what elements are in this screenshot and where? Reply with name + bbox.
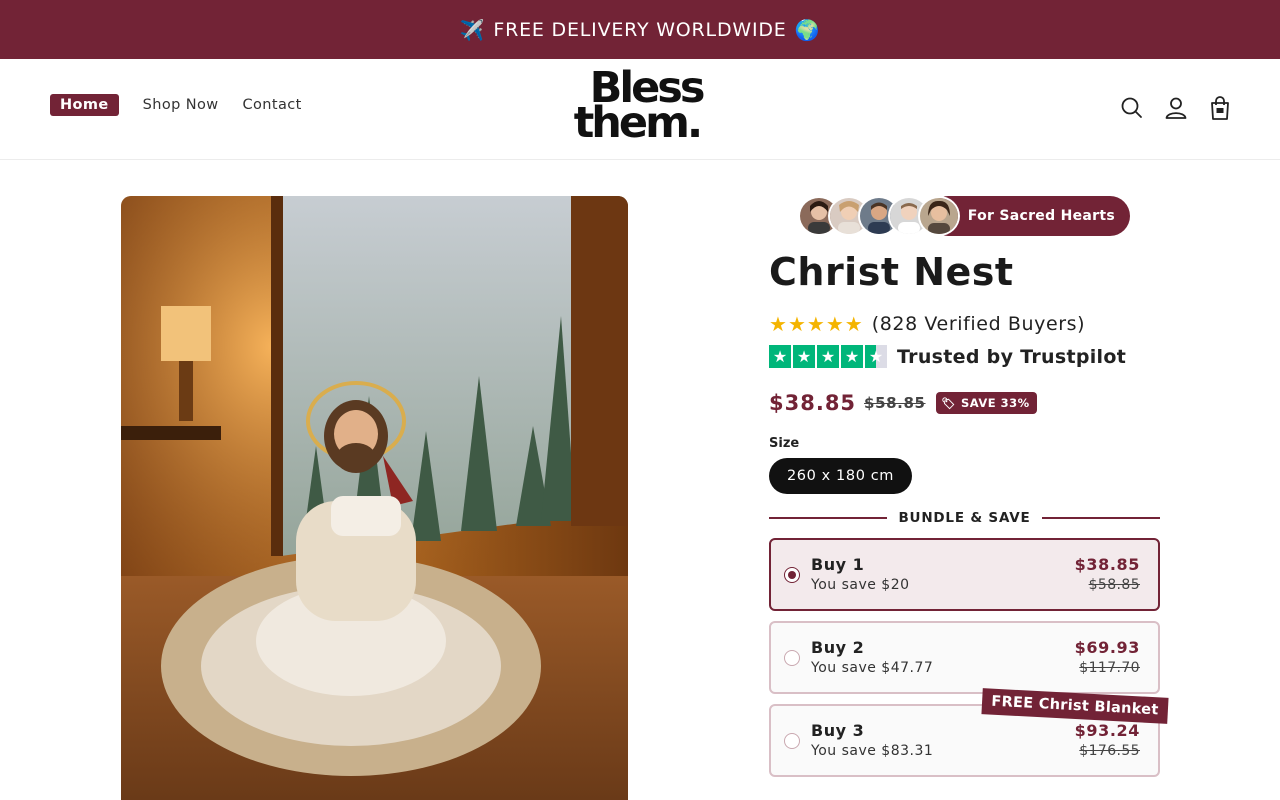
trustpilot-text: Trusted by Trustpilot <box>897 345 1127 368</box>
logo-line-2: them. <box>573 98 703 148</box>
bundle-title: Buy 1 <box>811 555 865 574</box>
bundle-compare-price: $58.85 <box>1088 577 1140 593</box>
bundle-savings: You save $20 <box>811 577 910 593</box>
account-icon[interactable] <box>1162 94 1190 122</box>
cart-icon[interactable] <box>1206 94 1234 122</box>
bundle-compare-price: $117.70 <box>1079 660 1140 676</box>
nav-contact-link[interactable]: Contact <box>243 97 302 113</box>
current-price: $38.85 <box>769 391 857 415</box>
search-icon[interactable] <box>1118 94 1146 122</box>
bundle-heading: BUNDLE & SAVE <box>769 508 1161 528</box>
site-header: Home Shop Now Contact Bless them. <box>0 59 1280 160</box>
save-badge: 🏷 SAVE 33% <box>935 392 1037 414</box>
compare-price: $58.85 <box>864 394 926 412</box>
rating-count: (828 Verified Buyers) <box>871 313 1086 335</box>
trustpilot-stars: ★ ★ ★ ★ ★ <box>769 345 889 368</box>
size-option-button[interactable]: 260 x 180 cm <box>769 458 912 494</box>
announcement-text: FREE DELIVERY WORLDWIDE <box>493 18 787 41</box>
globe-icon: 🌍 <box>794 17 821 42</box>
bundle-price: $38.85 <box>1074 555 1140 574</box>
avatar <box>918 196 960 236</box>
bundle-radio[interactable] <box>784 650 800 666</box>
bundle-price: $69.93 <box>1074 638 1140 657</box>
header-icons <box>1118 94 1250 122</box>
badge-text: For Sacred Hearts <box>967 208 1115 224</box>
divider <box>1041 517 1161 519</box>
bundle-savings: You save $47.77 <box>811 660 934 676</box>
bundle-option-buy-1[interactable]: Buy 1 You save $20 $38.85 $58.85 <box>769 538 1160 611</box>
bundle-title: Buy 3 <box>811 721 865 740</box>
tag-icon: 🏷 <box>941 396 956 410</box>
bundle-price: $93.24 <box>1074 721 1140 740</box>
bundle-compare-price: $176.55 <box>1079 743 1140 759</box>
nav-shop-now-link[interactable]: Shop Now <box>143 97 219 113</box>
star-icon: ★ <box>844 312 863 336</box>
bundle-savings: You save $83.31 <box>811 743 934 759</box>
product-image[interactable] <box>121 196 628 800</box>
trustpilot-star-icon: ★ <box>841 345 863 368</box>
main-nav: Home Shop Now Contact <box>50 94 326 116</box>
trustpilot-star-icon: ★ <box>793 345 815 368</box>
trustpilot-row: ★ ★ ★ ★ ★ Trusted by Trustpilot <box>769 345 1126 368</box>
divider <box>769 517 888 519</box>
star-icon: ★ <box>806 312 825 336</box>
trustpilot-star-icon: ★ <box>817 345 839 368</box>
size-label: Size <box>769 436 800 451</box>
social-proof-badge: For Sacred Hearts <box>798 196 1130 236</box>
brand-logo[interactable]: Bless them. <box>570 67 706 148</box>
bundle-option-buy-2[interactable]: Buy 2 You save $47.77 $69.93 $117.70 <box>769 621 1160 694</box>
price-row: $38.85 $58.85 🏷 SAVE 33% <box>769 391 1037 415</box>
product-photo <box>121 196 628 800</box>
star-icon: ★ <box>787 312 806 336</box>
bundle-radio[interactable] <box>784 567 800 583</box>
trustpilot-star-icon: ★ <box>769 345 791 368</box>
bundle-heading-text: BUNDLE & SAVE <box>898 510 1031 526</box>
rating-stars: ★★★★★ <box>769 312 864 336</box>
star-icon: ★ <box>769 312 787 336</box>
announcement-bar: ✈️ FREE DELIVERY WORLDWIDE 🌍 <box>0 0 1280 59</box>
bundle-radio[interactable] <box>784 733 800 749</box>
airplane-icon: ✈️ <box>459 17 486 42</box>
star-icon: ★ <box>825 312 844 336</box>
bundle-title: Buy 2 <box>811 638 865 657</box>
trustpilot-half-star-icon: ★ <box>865 345 887 368</box>
product-title: Christ Nest <box>769 250 1014 294</box>
nav-home-link[interactable]: Home <box>50 94 119 116</box>
save-badge-text: SAVE 33% <box>961 396 1030 410</box>
rating-row: ★★★★★ (828 Verified Buyers) <box>769 312 1085 336</box>
